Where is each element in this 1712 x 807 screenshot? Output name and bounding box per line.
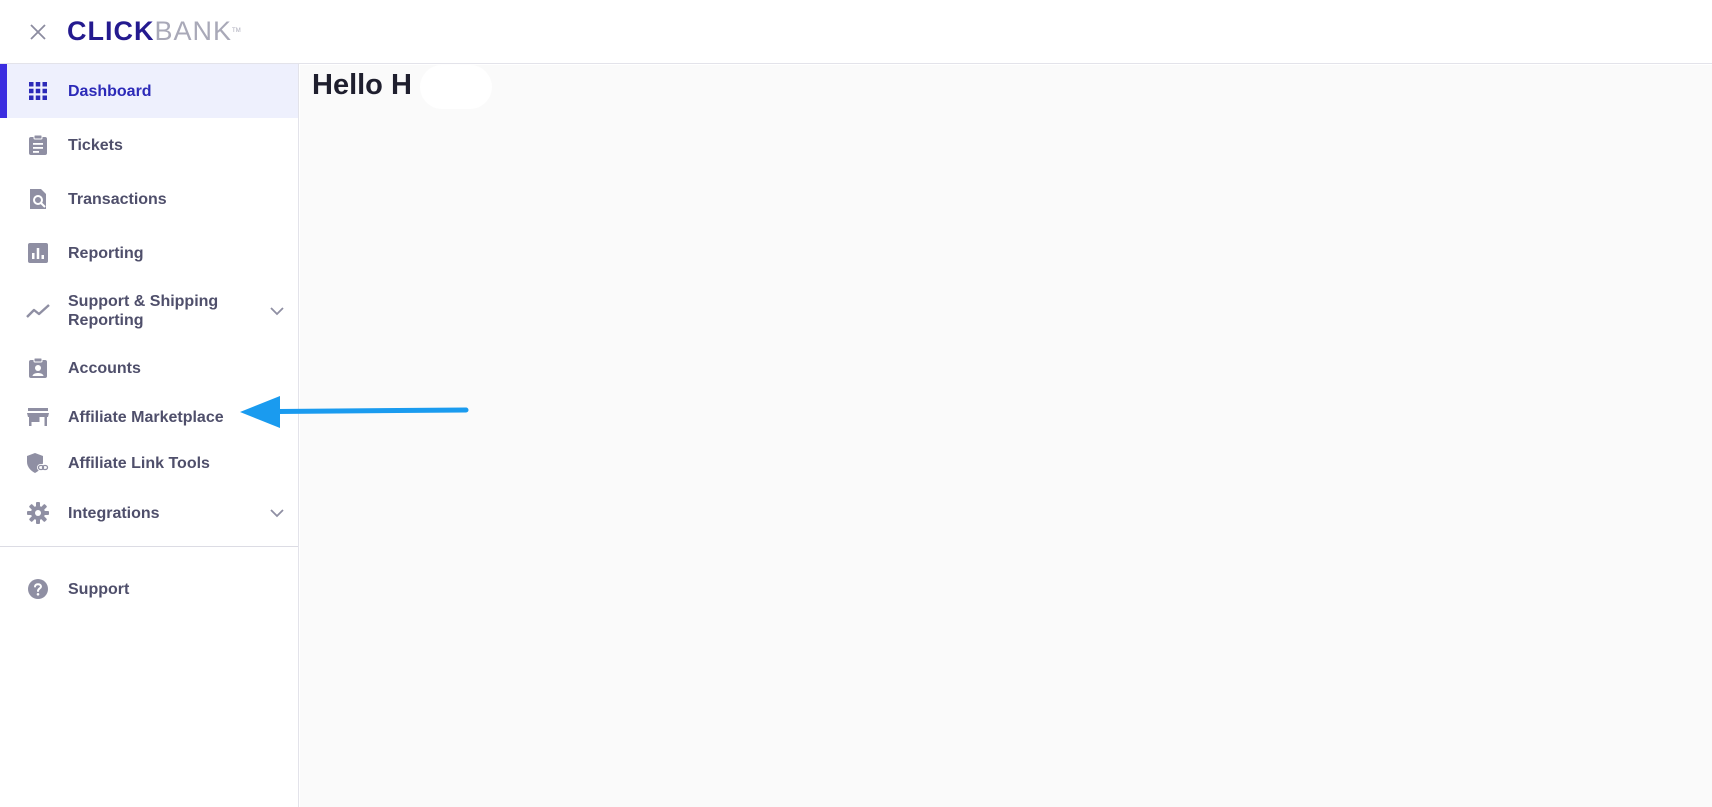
- trend-line-icon: [25, 298, 51, 324]
- grid-icon: [25, 78, 51, 104]
- sidebar-item-label: Accounts: [68, 359, 141, 377]
- sidebar-item-accounts[interactable]: Accounts: [0, 342, 298, 394]
- sidebar-item-tickets[interactable]: Tickets: [0, 118, 298, 172]
- main-content: Hello H: [300, 65, 1712, 807]
- sidebar-item-label: Transactions: [68, 190, 167, 208]
- sidebar-item-integrations[interactable]: Integrations: [0, 486, 298, 540]
- sidebar-item-reporting[interactable]: Reporting: [0, 226, 298, 280]
- sidebar-item-label: Affiliate Link Tools: [68, 454, 210, 472]
- chevron-down-icon[interactable]: [268, 302, 286, 320]
- document-search-icon: [25, 186, 51, 212]
- page-title: Hello H: [312, 69, 412, 101]
- gear-icon: [25, 500, 51, 526]
- help-circle-icon: [25, 576, 51, 602]
- close-icon: [30, 24, 46, 40]
- redacted-name: [420, 65, 492, 109]
- shield-link-icon: [25, 450, 51, 476]
- sidebar-item-label: Support: [68, 580, 130, 598]
- active-indicator: [0, 64, 7, 118]
- clickbank-logo[interactable]: CLICKBANKTM: [67, 16, 241, 46]
- sidebar-item-support-shipping-reporting[interactable]: Support & Shipping Reporting: [0, 280, 298, 342]
- sidebar-item-affiliate-link-tools[interactable]: Affiliate Link Tools: [0, 440, 298, 486]
- sidebar-item-label: Support & Shipping Reporting: [68, 293, 219, 329]
- clipboard-icon: [25, 132, 51, 158]
- sidebar-item-label: Integrations: [68, 504, 160, 522]
- sidebar-item-label: Reporting: [68, 244, 144, 262]
- sidebar-item-label: Tickets: [68, 136, 123, 154]
- sidebar-item-transactions[interactable]: Transactions: [0, 172, 298, 226]
- storefront-icon: [25, 404, 51, 430]
- sidebar-item-dashboard[interactable]: Dashboard: [0, 64, 298, 118]
- sidebar: Dashboard Tickets Transactions Reporting…: [0, 64, 299, 807]
- sidebar-item-label: Affiliate Marketplace: [68, 408, 224, 426]
- close-menu-button[interactable]: [24, 18, 52, 46]
- chevron-down-icon[interactable]: [268, 504, 286, 522]
- top-bar: CLICKBANKTM: [0, 0, 1712, 64]
- contact-badge-icon: [25, 355, 51, 381]
- bar-chart-icon: [25, 240, 51, 266]
- sidebar-item-label: Dashboard: [68, 82, 152, 100]
- sidebar-item-affiliate-marketplace[interactable]: Affiliate Marketplace: [0, 394, 298, 440]
- sidebar-divider: [0, 546, 298, 547]
- sidebar-item-support[interactable]: Support: [0, 562, 298, 616]
